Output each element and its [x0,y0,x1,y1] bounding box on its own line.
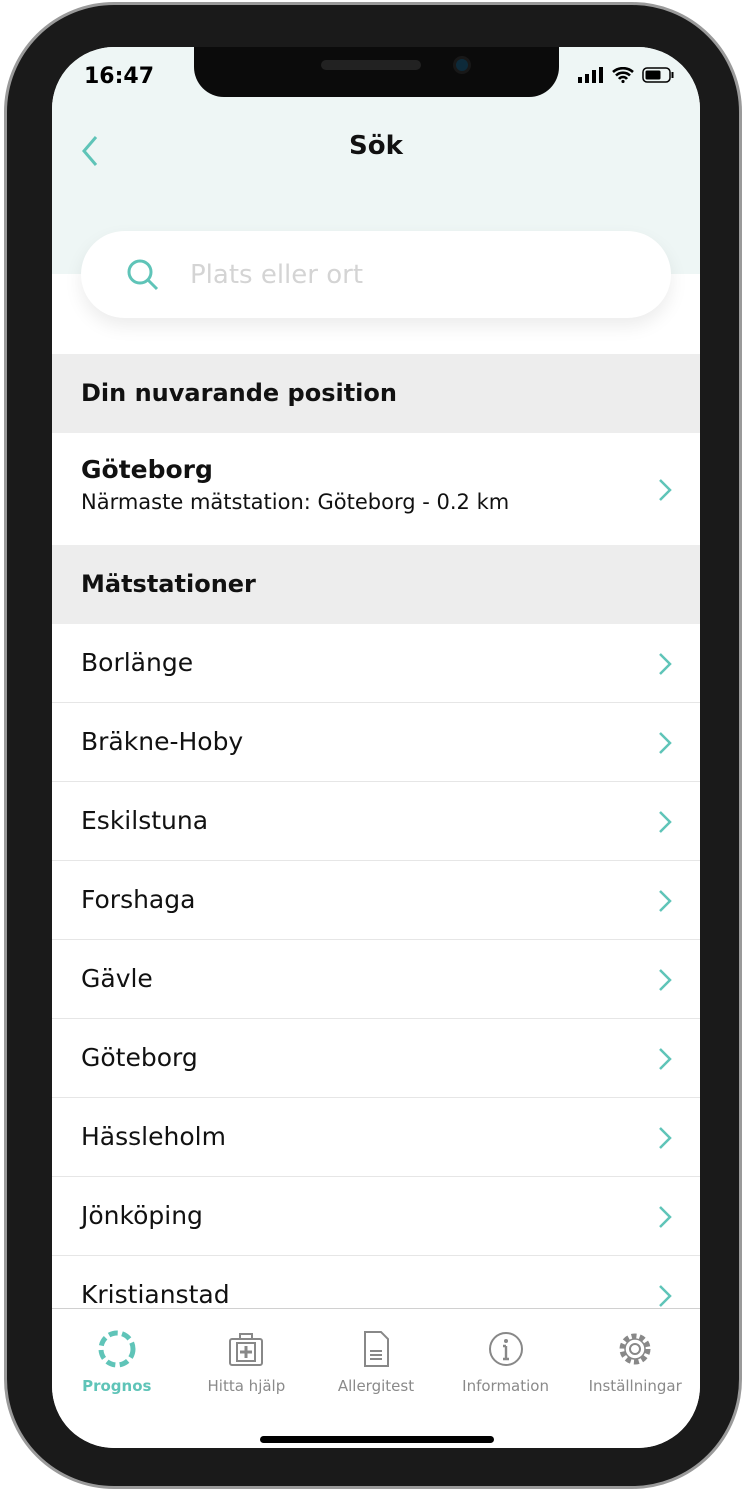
section-stations: Mätstationer [52,545,700,624]
chevron-right-icon [659,653,672,675]
station-name: Kristianstad [81,1280,230,1309]
chevron-right-icon [659,890,672,912]
tab-bar: Prognos Hitta hjälp Allergitest Informat… [52,1308,700,1448]
station-row[interactable]: Borlänge [52,624,700,703]
gear-icon [619,1333,651,1365]
tab-information[interactable]: Information [441,1309,571,1448]
chevron-right-icon [659,1206,672,1228]
tab-allergitest[interactable]: Allergitest [311,1309,441,1448]
station-row[interactable]: Eskilstuna [52,782,700,861]
chevron-right-icon [659,479,672,501]
wifi-icon [612,67,634,83]
tab-label: Hitta hjälp [207,1377,286,1395]
dashed-circle-icon [98,1330,136,1368]
screen: 16:47 Sök Din nuvarande position Götebor… [52,47,700,1448]
section-current-position: Din nuvarande position [52,354,700,433]
tab-label: Inställningar [588,1377,682,1395]
tab-hitta-hjalp[interactable]: Hitta hjälp [182,1309,312,1448]
status-time: 16:47 [84,64,155,89]
tab-prognos[interactable]: Prognos [52,1309,182,1448]
page-title: Sök [349,131,403,161]
current-location-name: Göteborg [81,455,213,484]
tab-label: Allergitest [337,1377,415,1395]
home-indicator[interactable] [260,1436,494,1443]
station-row[interactable]: Forshaga [52,861,700,940]
chevron-right-icon [659,1285,672,1307]
document-icon [363,1331,389,1367]
station-name: Eskilstuna [81,806,209,835]
first-aid-kit-icon [229,1333,264,1366]
station-name: Forshaga [81,885,196,914]
signal-icon [578,67,603,83]
chevron-right-icon [659,732,672,754]
station-name: Jönköping [81,1201,203,1230]
search-input[interactable] [190,259,590,290]
tab-label: Prognos [82,1377,152,1395]
tab-installningar[interactable]: Inställningar [570,1309,700,1448]
station-row[interactable]: Gävle [52,940,700,1019]
station-row[interactable]: Hässleholm [52,1098,700,1177]
stations-list: Borlänge Bräkne-Hoby Eskilstuna Forshaga… [52,624,700,1335]
battery-icon [642,67,674,83]
station-name: Bräkne-Hoby [81,727,244,756]
chevron-right-icon [659,1127,672,1149]
notch [194,47,559,97]
phone-frame: 16:47 Sök Din nuvarande position Götebor… [4,2,742,1489]
station-name: Hässleholm [81,1122,226,1151]
station-name: Göteborg [81,1043,198,1072]
station-row[interactable]: Bräkne-Hoby [52,703,700,782]
station-name: Borlänge [81,648,194,677]
chevron-right-icon [659,811,672,833]
current-location-item[interactable]: Göteborg Närmaste mätstation: Göteborg -… [52,433,700,545]
chevron-right-icon [659,969,672,991]
station-row[interactable]: Göteborg [52,1019,700,1098]
tab-label: Information [462,1377,549,1395]
current-location-subtitle: Närmaste mätstation: Göteborg - 0.2 km [81,490,510,514]
chevron-right-icon [659,1048,672,1070]
station-name: Gävle [81,964,153,993]
search-icon [127,259,159,290]
station-row[interactable]: Jönköping [52,1177,700,1256]
status-icons [578,67,674,83]
info-icon [488,1332,523,1366]
search-bar[interactable] [81,231,671,318]
